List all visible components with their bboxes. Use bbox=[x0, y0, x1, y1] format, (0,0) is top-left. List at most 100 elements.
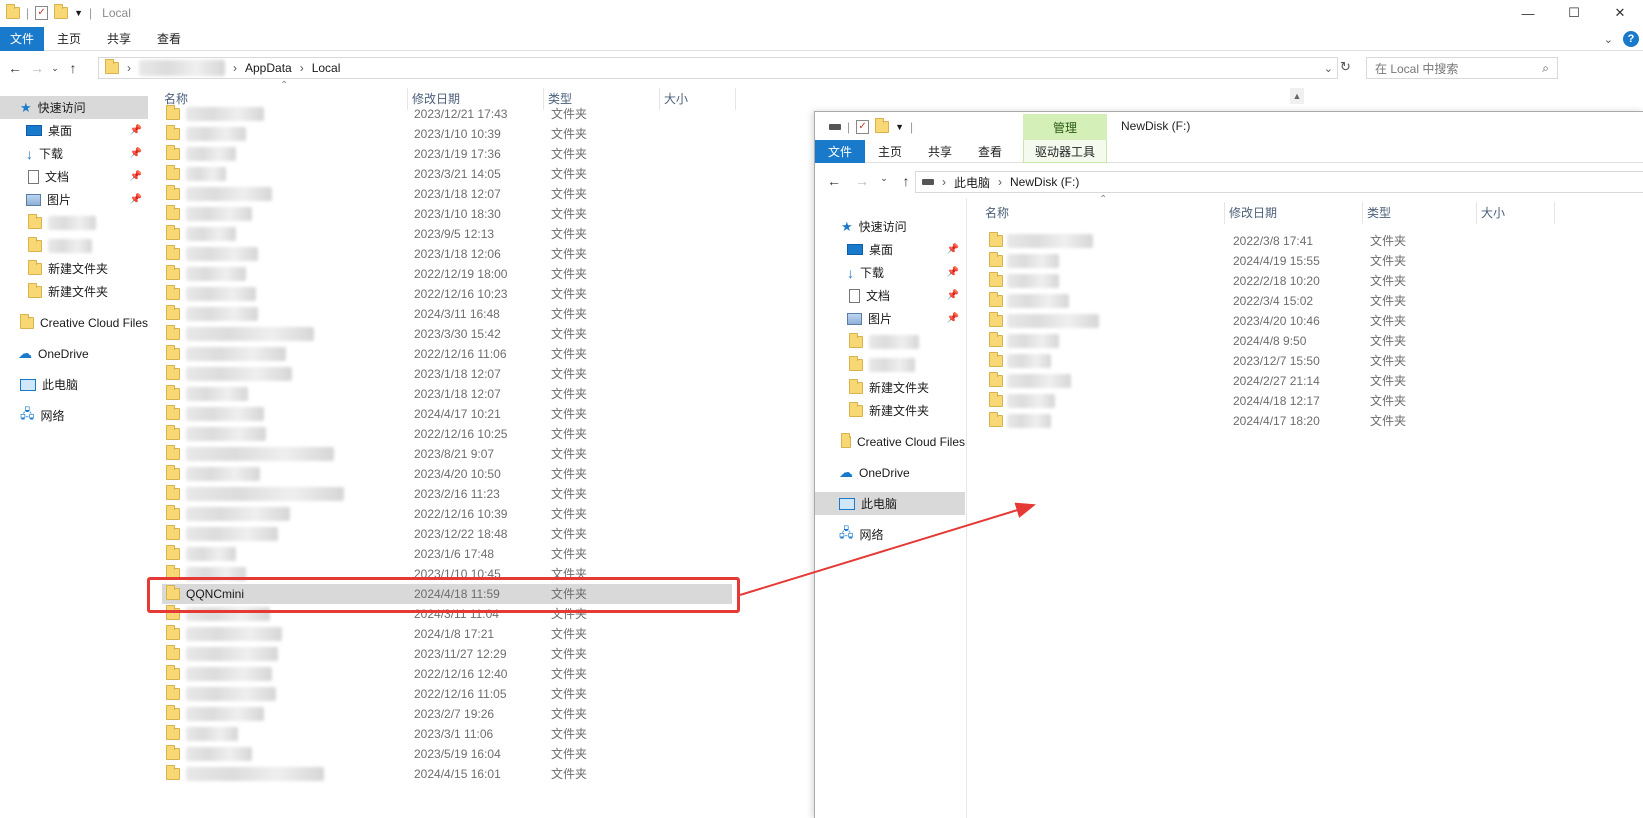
table-row[interactable]: 2024/2/27 21:14 文件夹 bbox=[985, 371, 1555, 391]
nav-redacted-folder[interactable] bbox=[0, 234, 148, 257]
scroll-up-button[interactable]: ▲ bbox=[1290, 88, 1304, 104]
nav-this-pc[interactable]: 此电脑 bbox=[815, 492, 965, 515]
table-row[interactable]: 2022/12/16 10:39 文件夹 bbox=[162, 504, 732, 524]
table-row[interactable]: 2023/1/18 12:07 文件夹 bbox=[162, 384, 732, 404]
nav-network[interactable]: 🖧 网络 bbox=[815, 523, 965, 546]
table-row[interactable]: 2023/12/7 15:50 文件夹 bbox=[985, 351, 1555, 371]
nav-onedrive[interactable]: ☁ OneDrive bbox=[815, 461, 965, 484]
table-row[interactable]: 2023/1/6 17:48 文件夹 bbox=[162, 544, 732, 564]
nav-documents[interactable]: 文档 📌 bbox=[0, 165, 148, 188]
nav-new-folder[interactable]: 新建文件夹 bbox=[0, 257, 148, 280]
table-row[interactable]: 2023/1/18 12:07 文件夹 bbox=[162, 184, 732, 204]
table-row[interactable]: 2023/2/7 19:26 文件夹 bbox=[162, 704, 732, 724]
nav-network[interactable]: 🖧 网络 bbox=[0, 404, 148, 427]
table-row[interactable]: 2022/2/18 10:20 文件夹 bbox=[985, 271, 1555, 291]
tab-drive-tools[interactable]: 驱动器工具 bbox=[1023, 140, 1107, 163]
table-row[interactable]: 2022/12/16 10:25 文件夹 bbox=[162, 424, 732, 444]
nav-creative-cloud[interactable]: Creative Cloud Files bbox=[0, 311, 148, 334]
table-row[interactable]: 2024/1/8 17:21 文件夹 bbox=[162, 624, 732, 644]
help-icon[interactable]: ? bbox=[1623, 31, 1639, 47]
nav-new-folder[interactable]: 新建文件夹 bbox=[0, 280, 148, 303]
table-row[interactable]: 2023/4/20 10:46 文件夹 bbox=[985, 311, 1555, 331]
table-row[interactable]: 2023/1/18 12:07 文件夹 bbox=[162, 364, 732, 384]
tab-share[interactable]: 共享 bbox=[915, 140, 965, 163]
nav-new-folder[interactable]: 新建文件夹 bbox=[815, 376, 965, 399]
close-button[interactable]: ✕ bbox=[1597, 0, 1643, 26]
table-row[interactable]: 2023/5/19 16:04 文件夹 bbox=[162, 744, 732, 764]
table-row[interactable]: 2023/12/22 18:48 文件夹 bbox=[162, 524, 732, 544]
back-button[interactable]: ← bbox=[4, 60, 26, 76]
table-row[interactable]: 2024/4/15 16:01 文件夹 bbox=[162, 764, 732, 784]
table-row[interactable]: 2023/11/27 12:29 文件夹 bbox=[162, 644, 732, 664]
properties-icon[interactable]: ✓ bbox=[856, 120, 870, 134]
table-row[interactable]: 2024/4/8 9:50 文件夹 bbox=[985, 331, 1555, 351]
nav-desktop[interactable]: 桌面 📌 bbox=[0, 119, 148, 142]
nav-creative-cloud[interactable]: Creative Cloud Files bbox=[815, 430, 965, 453]
new-folder-icon[interactable] bbox=[54, 4, 69, 19]
table-row[interactable]: 2023/1/10 10:39 文件夹 bbox=[162, 124, 732, 144]
nav-redacted-folder[interactable] bbox=[815, 330, 965, 353]
nav-quick-access[interactable]: ★ 快速访问 bbox=[815, 215, 965, 238]
nav-new-folder[interactable]: 新建文件夹 bbox=[815, 399, 965, 422]
back-button[interactable]: ← bbox=[823, 173, 845, 189]
address-bar[interactable]: › › AppData › Local ⌄ bbox=[98, 57, 1338, 79]
nav-pictures[interactable]: 图片 📌 bbox=[0, 188, 148, 211]
nav-redacted-folder[interactable] bbox=[815, 353, 965, 376]
forward-button[interactable]: → bbox=[851, 173, 873, 189]
table-row[interactable]: 2022/12/16 10:23 文件夹 bbox=[162, 284, 732, 304]
search-input[interactable]: 在 Local 中搜索 ⌕ bbox=[1366, 57, 1558, 79]
customize-qa-icon[interactable]: ▼ bbox=[74, 8, 83, 18]
table-row[interactable]: 2023/2/16 11:23 文件夹 bbox=[162, 484, 732, 504]
table-row[interactable]: 2024/4/17 18:20 文件夹 bbox=[985, 411, 1555, 431]
address-bar[interactable]: › 此电脑 › NewDisk (F:) bbox=[915, 171, 1643, 193]
recent-locations-icon[interactable]: ⌄ bbox=[48, 63, 62, 74]
nav-desktop[interactable]: 桌面 📌 bbox=[815, 238, 965, 261]
column-name[interactable]: 名称 bbox=[981, 202, 1225, 224]
breadcrumb-this-pc[interactable]: 此电脑 bbox=[954, 174, 990, 191]
tab-view[interactable]: 查看 bbox=[144, 27, 194, 51]
customize-qa-icon[interactable]: ▼ bbox=[895, 122, 904, 132]
column-size[interactable]: 大小 bbox=[1477, 202, 1555, 224]
tab-manage[interactable]: 管理 bbox=[1023, 114, 1107, 140]
tab-home[interactable]: 主页 bbox=[44, 27, 94, 51]
tab-view[interactable]: 查看 bbox=[965, 140, 1015, 163]
breadcrumb-local[interactable]: Local bbox=[312, 61, 341, 75]
nav-documents[interactable]: 文档 📌 bbox=[815, 284, 965, 307]
table-row[interactable]: 2022/12/16 11:06 文件夹 bbox=[162, 344, 732, 364]
nav-this-pc[interactable]: 此电脑 bbox=[0, 373, 148, 396]
table-row[interactable]: 2023/3/30 15:42 文件夹 bbox=[162, 324, 732, 344]
table-row[interactable]: 2022/12/19 18:00 文件夹 bbox=[162, 264, 732, 284]
table-row[interactable]: 2022/12/16 11:05 文件夹 bbox=[162, 684, 732, 704]
table-row[interactable]: 2024/4/17 10:21 文件夹 bbox=[162, 404, 732, 424]
refresh-icon[interactable]: ↻ bbox=[1340, 59, 1351, 75]
table-row[interactable]: 2023/9/5 12:13 文件夹 bbox=[162, 224, 732, 244]
table-row[interactable]: 2024/3/11 16:48 文件夹 bbox=[162, 304, 732, 324]
address-dropdown-icon[interactable]: ⌄ bbox=[1324, 62, 1333, 75]
breadcrumb-appdata[interactable]: AppData bbox=[245, 61, 292, 75]
expand-ribbon-icon[interactable]: ⌄ bbox=[1604, 33, 1613, 46]
table-row[interactable]: 2022/12/16 12:40 文件夹 bbox=[162, 664, 732, 684]
nav-redacted-folder[interactable] bbox=[0, 211, 148, 234]
properties-icon[interactable]: ✓ bbox=[35, 6, 49, 20]
tab-share[interactable]: 共享 bbox=[94, 27, 144, 51]
table-row[interactable]: 2023/8/21 9:07 文件夹 bbox=[162, 444, 732, 464]
table-row[interactable]: 2023/1/10 18:30 文件夹 bbox=[162, 204, 732, 224]
recent-locations-icon[interactable]: ⌄ bbox=[877, 173, 891, 184]
nav-pictures[interactable]: 图片 📌 bbox=[815, 307, 965, 330]
table-row[interactable]: 2023/1/19 17:36 文件夹 bbox=[162, 144, 732, 164]
up-button[interactable]: ↑ bbox=[895, 173, 917, 189]
tab-home[interactable]: 主页 bbox=[865, 140, 915, 163]
table-row[interactable]: 2023/12/21 17:43 文件夹 bbox=[162, 104, 732, 124]
column-type[interactable]: 类型 bbox=[1363, 202, 1477, 224]
table-row[interactable]: 2023/1/18 12:06 文件夹 bbox=[162, 244, 732, 264]
column-date[interactable]: 修改日期 bbox=[1225, 202, 1363, 224]
maximize-button[interactable]: ☐ bbox=[1551, 0, 1597, 26]
table-row[interactable]: 2023/3/21 14:05 文件夹 bbox=[162, 164, 732, 184]
tab-file[interactable]: 文件 bbox=[0, 26, 44, 51]
minimize-button[interactable]: — bbox=[1505, 0, 1551, 26]
nav-onedrive[interactable]: ☁ OneDrive bbox=[0, 342, 148, 365]
tab-file[interactable]: 文件 bbox=[815, 139, 865, 163]
breadcrumb-newdisk[interactable]: NewDisk (F:) bbox=[1010, 175, 1079, 189]
forward-button[interactable]: → bbox=[26, 60, 48, 76]
table-row[interactable]: 2022/3/4 15:02 文件夹 bbox=[985, 291, 1555, 311]
